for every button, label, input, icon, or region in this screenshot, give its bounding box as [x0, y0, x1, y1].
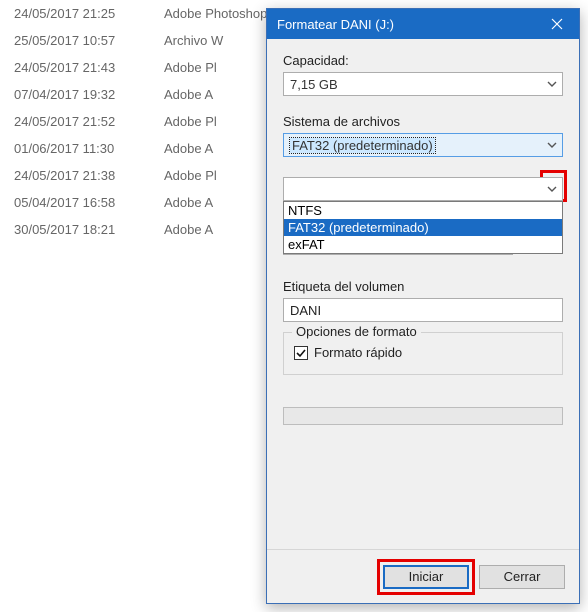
dialog-body: Capacidad: 7,15 GB Sistema de archivos F…: [267, 39, 579, 549]
file-date: 01/06/2017 11:30: [14, 141, 164, 156]
file-date: 30/05/2017 18:21: [14, 222, 164, 237]
volume-value: DANI: [290, 303, 321, 318]
file-date: 24/05/2017 21:38: [14, 168, 164, 183]
close-label: Cerrar: [504, 569, 541, 584]
quick-format-row[interactable]: Formato rápido: [294, 345, 552, 360]
file-date: 24/05/2017 21:43: [14, 60, 164, 75]
filesystem-option-ntfs[interactable]: NTFS: [284, 202, 562, 219]
file-date: 25/05/2017 10:57: [14, 33, 164, 48]
file-date: 24/05/2017 21:25: [14, 6, 164, 21]
capacity-value: 7,15 GB: [290, 77, 338, 92]
capacity-label: Capacidad:: [283, 53, 563, 68]
chevron-down-icon: [542, 178, 562, 200]
format-options-group: Opciones de formato Formato rápido: [283, 332, 563, 375]
quick-format-label: Formato rápido: [314, 345, 402, 360]
allocation-combo[interactable]: [283, 177, 563, 201]
format-dialog: Formatear DANI (J:) Capacidad: 7,15 GB S…: [266, 8, 580, 604]
progress-bar: [283, 407, 563, 425]
close-icon[interactable]: [535, 9, 579, 39]
chevron-down-icon: [542, 73, 562, 95]
filesystem-option-exfat[interactable]: exFAT: [284, 236, 562, 253]
filesystem-value: FAT32 (predeterminado): [290, 138, 435, 153]
volume-label: Etiqueta del volumen: [283, 279, 563, 294]
dialog-footer: Iniciar Cerrar: [267, 549, 579, 603]
annotation-highlight: [377, 559, 475, 595]
dialog-title: Formatear DANI (J:): [277, 17, 535, 32]
format-options-legend: Opciones de formato: [292, 324, 421, 339]
capacity-combo[interactable]: 7,15 GB: [283, 72, 563, 96]
file-date: 07/04/2017 19:32: [14, 87, 164, 102]
filesystem-dropdown[interactable]: NTFS FAT32 (predeterminado) exFAT: [283, 201, 563, 254]
volume-input[interactable]: DANI: [283, 298, 563, 322]
quick-format-checkbox[interactable]: [294, 346, 308, 360]
filesystem-combo[interactable]: FAT32 (predeterminado): [283, 133, 563, 157]
close-button[interactable]: Cerrar: [479, 565, 565, 589]
titlebar[interactable]: Formatear DANI (J:): [267, 9, 579, 39]
filesystem-label: Sistema de archivos: [283, 114, 563, 129]
chevron-down-icon[interactable]: [542, 134, 562, 156]
file-date: 24/05/2017 21:52: [14, 114, 164, 129]
filesystem-option-fat32[interactable]: FAT32 (predeterminado): [284, 219, 562, 236]
file-date: 05/04/2017 16:58: [14, 195, 164, 210]
